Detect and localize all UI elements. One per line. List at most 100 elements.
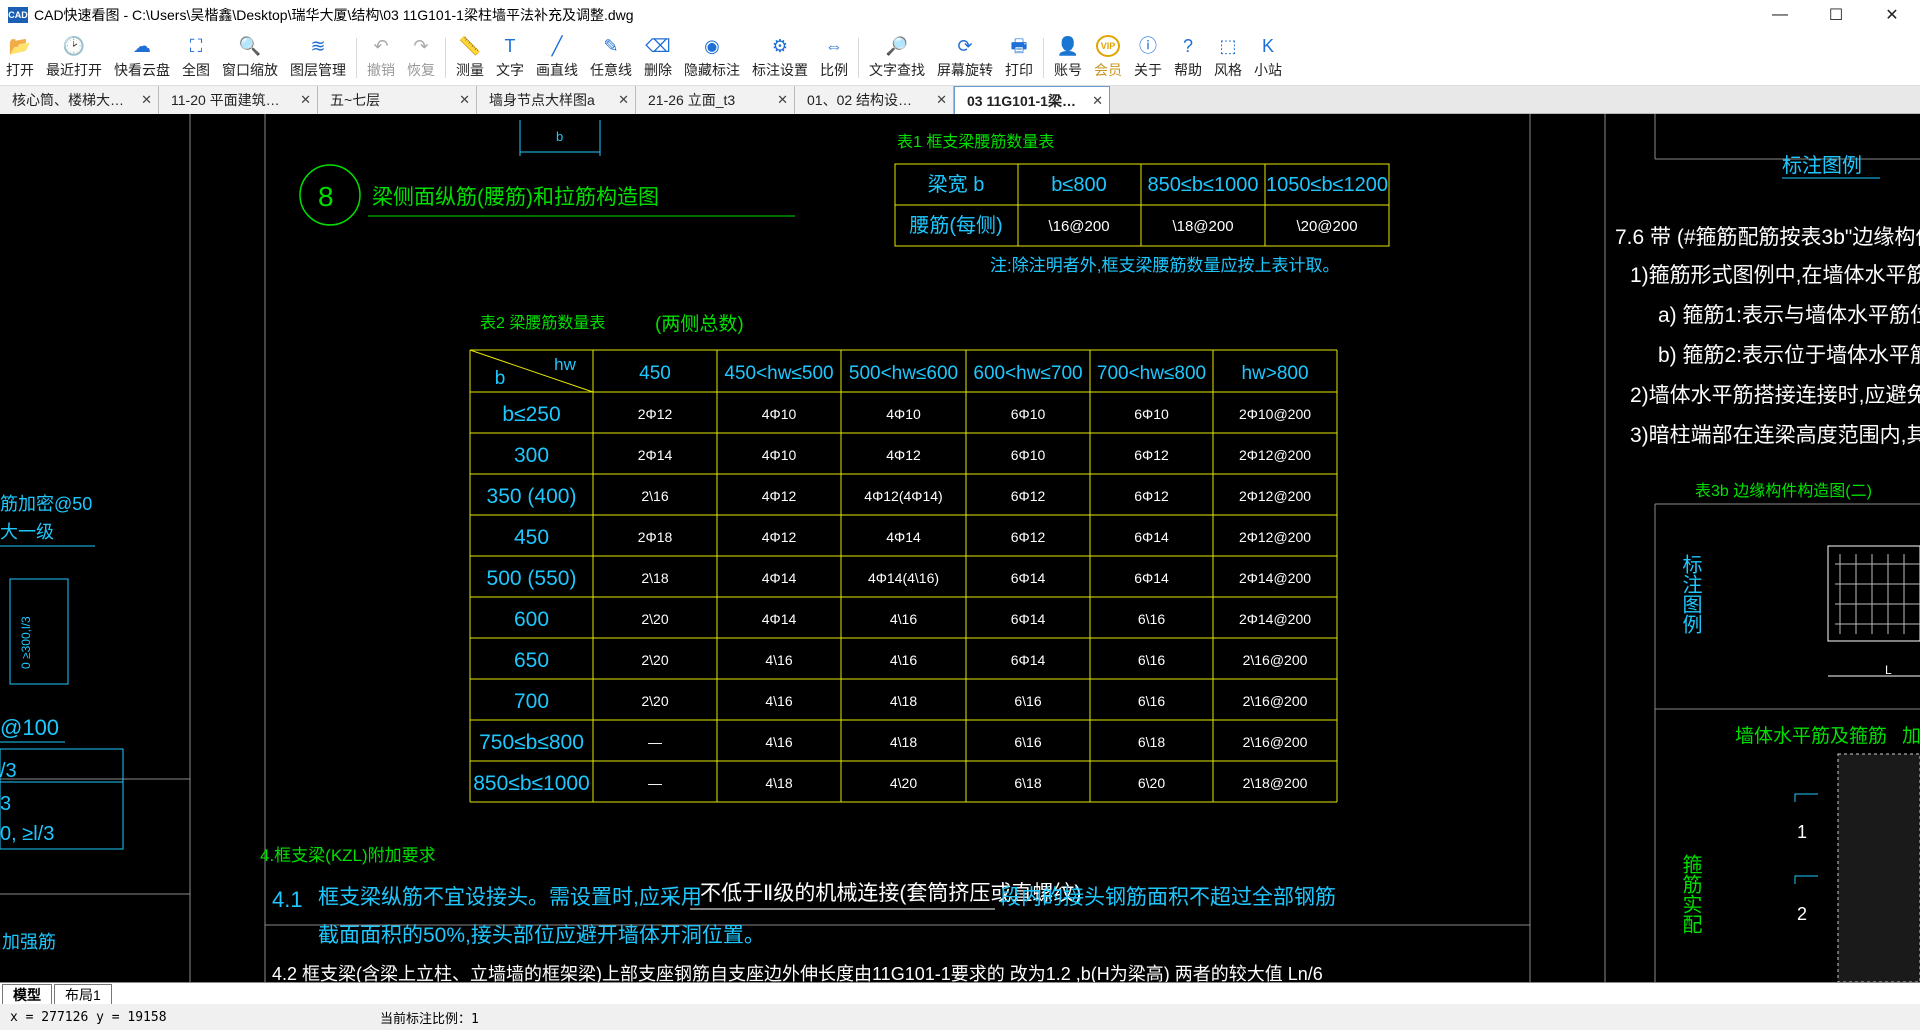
toolbar-help-button[interactable]: ? 帮助 bbox=[1168, 30, 1208, 86]
toolbar-line-button[interactable]: ╱ 画直线 bbox=[530, 30, 584, 86]
document-tab[interactable]: 墙身节点大样图a ✕ bbox=[477, 86, 636, 114]
table1: 表1 框支梁腰筋数量表 梁宽 b b≤800 850≤b≤1000 1050≤b… bbox=[894, 133, 1390, 275]
toolbar-info-button[interactable]: ⓘ 关于 bbox=[1128, 30, 1168, 86]
wall-bar-label: 墙体水平筋及箍筋 bbox=[1735, 725, 1887, 747]
document-tab[interactable]: 11-20 平面建筑… ✕ bbox=[159, 86, 318, 114]
s41-line1a: 框支梁纵筋不宜设接头。需设置时,应采用 bbox=[318, 886, 702, 909]
toolbar-undo-button[interactable]: ↶ 撤销 bbox=[361, 30, 401, 86]
minimize-button[interactable]: — bbox=[1752, 0, 1808, 30]
table2-header-cell: 600<hw≤700 bbox=[973, 363, 1082, 384]
tab-close-icon[interactable]: ✕ bbox=[459, 92, 470, 108]
tab-close-icon[interactable]: ✕ bbox=[777, 92, 788, 108]
main-toolbar: 📂 打开 🕑 最近打开 ☁ 快看云盘 ⛶ 全图 🔍 窗口缩放 ≋ 图层管理 ↶ 撤销 ↷ 恢复 📏 测量 T 文字 ╱ 画… bbox=[0, 30, 1920, 86]
annotation-settings-icon: ⚙ bbox=[771, 36, 789, 56]
table2-subtitle: (两侧总数) bbox=[655, 313, 744, 335]
toolbar-redo-button[interactable]: ↷ 恢复 bbox=[401, 30, 441, 86]
tab-label: 11-20 平面建筑… bbox=[171, 92, 280, 108]
tab-close-icon[interactable]: ✕ bbox=[1092, 93, 1103, 109]
toolbar-label: 快看云盘 bbox=[114, 62, 170, 78]
table2-row-header: 650 bbox=[514, 649, 549, 672]
toolbar-label: 图层管理 bbox=[290, 62, 346, 78]
toolbar-annotation-settings-button[interactable]: ⚙ 标注设置 bbox=[746, 30, 814, 86]
table2-cell: 4\18 bbox=[890, 693, 917, 709]
toolbar-separator bbox=[858, 38, 859, 78]
table2-cell: 4\16 bbox=[765, 734, 792, 750]
close-button[interactable]: ✕ bbox=[1864, 0, 1920, 30]
s41-line1c: 段内的接头钢筋面积不超过全部钢筋 bbox=[1000, 886, 1336, 909]
toolbar-label: 帮助 bbox=[1174, 62, 1202, 78]
toolbar-pen-button[interactable]: ✎ 任意线 bbox=[584, 30, 638, 86]
document-tab[interactable]: 03 11G101-1梁… ✕ bbox=[954, 86, 1110, 114]
stirrup-label: 箍筋实配 bbox=[1679, 854, 1702, 934]
tab-label: 五~七层 bbox=[330, 92, 381, 108]
info-icon: ⓘ bbox=[1139, 36, 1157, 56]
toolbar-user-button[interactable]: 👤 账号 bbox=[1048, 30, 1088, 86]
toolbar-style-button[interactable]: ⬚ 风格 bbox=[1208, 30, 1248, 86]
table2-cell: 4Φ12 bbox=[762, 529, 797, 545]
toolbar-separator bbox=[1043, 38, 1044, 78]
toolbar-printer-button[interactable]: 🖶 打印 bbox=[999, 30, 1039, 86]
document-tab[interactable]: 五~七层 ✕ bbox=[318, 86, 477, 114]
document-tab[interactable]: 01、02 结构设… ✕ bbox=[795, 86, 954, 114]
tab-close-icon[interactable]: ✕ bbox=[936, 92, 947, 108]
toolbar-scale-button[interactable]: ⇔ 比例 bbox=[814, 30, 854, 86]
clock-icon: 🕑 bbox=[62, 36, 86, 56]
cad-drawing-canvas[interactable]: b 8 梁侧面纵筋(腰筋)和拉筋构造图 表1 框支梁腰筋数量表 梁宽 b b≤8… bbox=[0, 114, 1920, 982]
status-bar: x = 277126 y = 19158 当前标注比例：1 bbox=[0, 1004, 1920, 1030]
document-tab[interactable]: 核心筒、楼梯大… ✕ bbox=[0, 86, 159, 114]
toolbar-zoom-window-button[interactable]: 🔍 窗口缩放 bbox=[216, 30, 284, 86]
toolbar-fit-button[interactable]: ⛶ 全图 bbox=[176, 30, 216, 86]
toolbar-text-search-button[interactable]: 🔎 文字查找 bbox=[863, 30, 931, 86]
tab-close-icon[interactable]: ✕ bbox=[141, 92, 152, 108]
tab-close-icon[interactable]: ✕ bbox=[618, 92, 629, 108]
eraser-icon: ⌫ bbox=[645, 36, 671, 56]
toolbar-measure-button[interactable]: 📏 测量 bbox=[450, 30, 490, 86]
table1-h2: 850≤b≤1000 bbox=[1148, 174, 1259, 196]
table2-cell: 4Φ12(4Φ14) bbox=[864, 488, 942, 504]
toolbar-cloud-button[interactable]: ☁ 快看云盘 bbox=[108, 30, 176, 86]
table2-title: 表2 梁腰筋数量表 bbox=[480, 314, 605, 332]
rotate-icon: ⟳ bbox=[957, 36, 973, 56]
note-a: a) 箍筋1:表示与墙体水平筋位置对应 bbox=[1658, 304, 1920, 327]
table2-cell: 2\18 bbox=[641, 570, 668, 586]
toolbar-label: 测量 bbox=[456, 62, 484, 78]
toolbar-text-button[interactable]: T 文字 bbox=[490, 30, 530, 86]
toolbar-station-button[interactable]: K 小站 bbox=[1248, 30, 1288, 86]
toolbar-layers-button[interactable]: ≋ 图层管理 bbox=[284, 30, 352, 86]
table2-row-header: 350 (400) bbox=[487, 485, 577, 508]
table1-note: 注:除注明者外,框支梁腰筋数量应按上表计取。 bbox=[990, 256, 1339, 275]
title-bar: CAD CAD快速看图 - C:\Users\吴楷鑫\Desktop\瑞华大厦\… bbox=[0, 0, 1920, 30]
dim-l-label: L bbox=[1885, 663, 1892, 677]
note-2: 2)墙体水平筋搭接连接时,应避免在边缘构 bbox=[1630, 384, 1920, 407]
toolbar-label: 全图 bbox=[182, 62, 210, 78]
left-text-5: 3 bbox=[0, 793, 11, 815]
table2-row-header: 700 bbox=[514, 690, 549, 713]
maximize-button[interactable]: ☐ bbox=[1808, 0, 1864, 30]
toolbar-clock-button[interactable]: 🕑 最近打开 bbox=[40, 30, 108, 86]
section8-number: 8 bbox=[318, 181, 334, 212]
tab-close-icon[interactable]: ✕ bbox=[300, 92, 311, 108]
layout-tab-model[interactable]: 模型 bbox=[2, 984, 52, 1004]
document-tab[interactable]: 21-26 立面_t3 ✕ bbox=[636, 86, 795, 114]
tab-label: 21-26 立面_t3 bbox=[648, 92, 736, 108]
toolbar-eraser-button[interactable]: ⌫ 删除 bbox=[638, 30, 678, 86]
tab-label: 墙身节点大样图a bbox=[489, 92, 595, 108]
note-7-6: 7.6 带 (#箍筋配筋按表3b"边缘构件构造 bbox=[1615, 226, 1920, 249]
user-icon: 👤 bbox=[1056, 36, 1080, 56]
toolbar-vip-button[interactable]: VIP 会员 bbox=[1088, 30, 1128, 86]
toolbar-rotate-button[interactable]: ⟳ 屏幕旋转 bbox=[931, 30, 999, 86]
table2-cell: 2Φ14@200 bbox=[1239, 570, 1311, 586]
toolbar-eye-off-button[interactable]: ◉ 隐藏标注 bbox=[678, 30, 746, 86]
table2-cell: 4Φ10 bbox=[762, 447, 797, 463]
section4-title: 4.框支梁(KZL)附加要求 bbox=[260, 846, 436, 865]
table2-cell: 2Φ12@200 bbox=[1239, 447, 1311, 463]
layout-tab-layout1[interactable]: 布局1 bbox=[54, 984, 112, 1004]
toolbar-separator bbox=[445, 38, 446, 78]
toolbar-folder-button[interactable]: 📂 打开 bbox=[0, 30, 40, 86]
table2-cell: 4Φ10 bbox=[886, 406, 921, 422]
table2-cell: 4Φ14 bbox=[762, 570, 797, 586]
table2-cell: 4\20 bbox=[890, 775, 917, 791]
table2-cell: 6Φ14 bbox=[1011, 611, 1046, 627]
folder-icon: 📂 bbox=[8, 36, 32, 56]
table2-cell: — bbox=[648, 775, 662, 791]
